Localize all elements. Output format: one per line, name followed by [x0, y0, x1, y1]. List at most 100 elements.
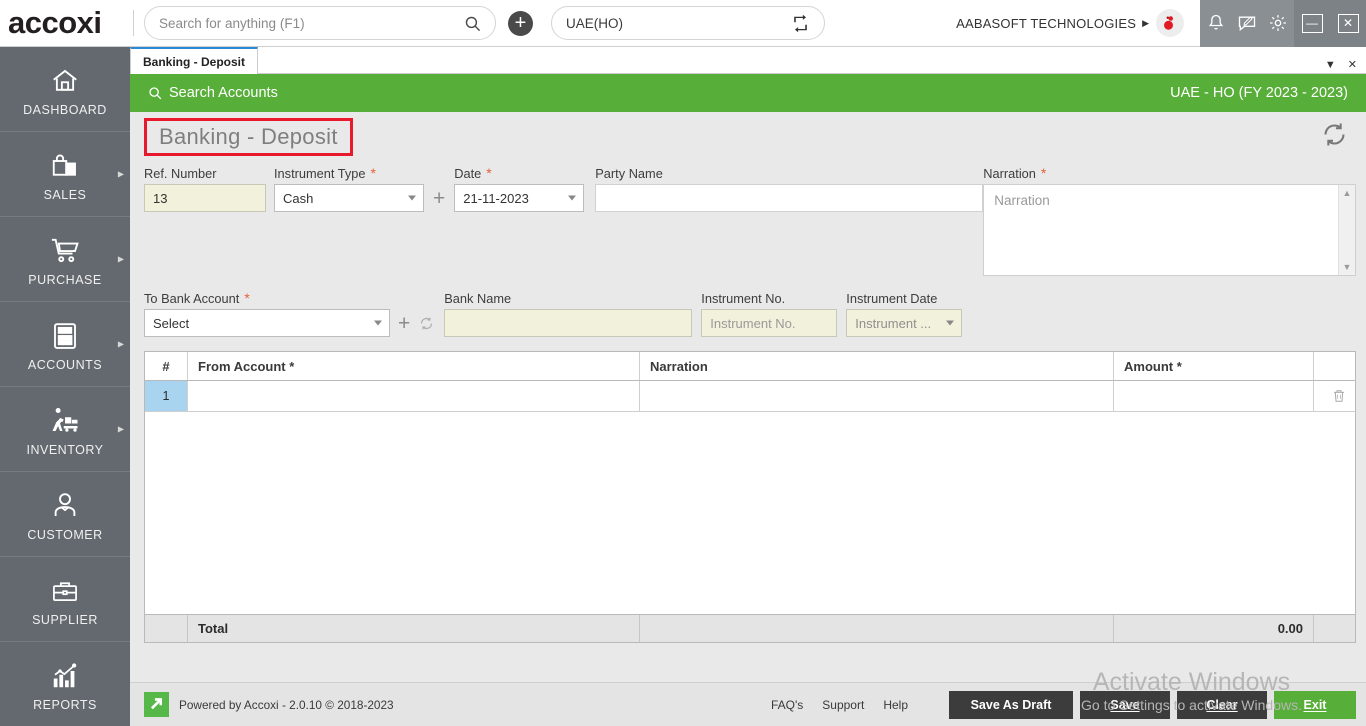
gear-icon[interactable] — [1268, 13, 1288, 33]
cell-from-account[interactable] — [188, 381, 640, 411]
message-icon[interactable] — [1237, 13, 1257, 33]
briefcase-icon — [49, 572, 81, 606]
sidebar-item-label: ACCOUNTS — [28, 358, 102, 372]
column-header-index: # — [145, 352, 188, 380]
column-header-amount: Amount * — [1114, 352, 1314, 380]
main-content: Banking - Deposit ▼ ✕ Search Accounts UA… — [130, 47, 1366, 726]
save-button[interactable]: Save — [1080, 691, 1170, 719]
column-header-narration: Narration — [640, 352, 1114, 380]
close-button[interactable]: ✕ — [1338, 14, 1359, 33]
spacer-label — [433, 162, 445, 184]
avatar[interactable] — [1156, 9, 1184, 37]
bell-icon[interactable] — [1206, 13, 1226, 33]
search-icon[interactable] — [464, 15, 481, 32]
top-bar: accoxi + UAE(HO) AABASOFT TECHNOLOGIES ▶ — [0, 0, 1366, 47]
sidebar-item-label: REPORTS — [33, 698, 97, 712]
clear-button[interactable]: Clear — [1177, 691, 1267, 719]
branch-value: UAE(HO) — [566, 16, 791, 31]
total-narration-spacer — [640, 615, 1114, 642]
save-as-draft-button[interactable]: Save As Draft — [949, 691, 1073, 719]
narration-textarea[interactable]: Narration ▲ ▼ — [983, 184, 1356, 276]
search-accounts-label: Search Accounts — [169, 85, 278, 101]
chevron-right-icon: ▶ — [118, 255, 124, 264]
bank-name-input[interactable] — [444, 309, 692, 337]
party-name-label: Party Name — [595, 162, 983, 184]
chevron-down-icon — [946, 321, 954, 326]
instrument-no-label: Instrument No. — [701, 287, 837, 309]
branch-selector[interactable]: UAE(HO) — [551, 6, 825, 40]
to-bank-account-dropdown[interactable]: Select — [144, 309, 390, 337]
instrument-date-picker[interactable]: Instrument ... — [846, 309, 962, 337]
instrument-type-value: Cash — [283, 191, 313, 206]
calculator-icon — [50, 317, 80, 351]
add-new-button[interactable]: + — [508, 11, 533, 36]
total-action-spacer — [1314, 615, 1363, 642]
sidebar-item-label: DASHBOARD — [23, 103, 107, 117]
sidebar-item-purchase[interactable]: PURCHASE ▶ — [0, 217, 130, 302]
sidebar-item-accounts[interactable]: ACCOUNTS ▶ — [0, 302, 130, 387]
accoxi-mark-icon — [144, 692, 169, 717]
app-logo: accoxi — [0, 0, 130, 47]
narration-label: Narration * — [983, 162, 1356, 184]
link-help[interactable]: Help — [883, 698, 908, 712]
search-input[interactable] — [159, 16, 464, 31]
required-asterisk: * — [371, 166, 376, 180]
chevron-right-icon: ▶ — [118, 170, 124, 179]
search-accounts-button[interactable]: Search Accounts — [148, 85, 278, 101]
field-to-bank-account: To Bank Account * Select — [144, 287, 390, 337]
required-asterisk: * — [244, 291, 249, 305]
table-empty-area — [145, 412, 1355, 614]
table-total-row: Total 0.00 — [145, 614, 1355, 642]
chevron-right-icon[interactable]: ▶ — [1142, 18, 1149, 29]
delete-row-button[interactable] — [1314, 381, 1363, 411]
tab-label: Banking - Deposit — [143, 55, 245, 69]
party-name-input[interactable] — [595, 184, 983, 212]
chevron-down-icon[interactable]: ▼ — [1325, 59, 1336, 71]
column-header-from-account: From Account * — [188, 352, 640, 380]
form-row-2: To Bank Account * Select + — [144, 287, 1356, 337]
refresh-icon[interactable] — [419, 316, 434, 331]
instrument-no-input[interactable]: Instrument No. — [701, 309, 837, 337]
system-icons — [1200, 0, 1294, 47]
sidebar-item-inventory[interactable]: INVENTORY ▶ — [0, 387, 130, 472]
ref-number-input[interactable]: 13 — [144, 184, 266, 212]
refresh-icon — [1321, 121, 1348, 148]
company-area: AABASOFT TECHNOLOGIES ▶ — [956, 0, 1200, 47]
global-search[interactable] — [144, 6, 496, 40]
field-bank-name: Bank Name — [444, 287, 692, 337]
sidebar-item-supplier[interactable]: SUPPLIER — [0, 557, 130, 642]
plus-icon[interactable]: + — [398, 313, 410, 334]
refresh-page-button[interactable] — [1321, 121, 1348, 153]
link-faqs[interactable]: FAQ's — [771, 698, 803, 712]
to-bank-account-value: Select — [153, 316, 189, 331]
instrument-type-label-text: Instrument Type — [274, 166, 366, 181]
close-icon[interactable]: ✕ — [1348, 58, 1357, 71]
cell-narration[interactable] — [640, 381, 1114, 411]
link-support[interactable]: Support — [822, 698, 864, 712]
scroll-up-icon[interactable]: ▲ — [1343, 188, 1352, 198]
total-amount: 0.00 — [1114, 615, 1314, 642]
date-picker[interactable]: 21-11-2023 — [454, 184, 584, 212]
narration-scrollbar[interactable]: ▲ ▼ — [1338, 185, 1355, 275]
sidebar-item-customer[interactable]: CUSTOMER — [0, 472, 130, 557]
minimize-button[interactable]: — — [1302, 14, 1323, 33]
table-row[interactable]: 1 — [145, 381, 1355, 412]
bank-name-label: Bank Name — [444, 287, 692, 309]
save-button-label: Save — [1110, 698, 1139, 712]
sidebar-item-reports[interactable]: REPORTS — [0, 642, 130, 726]
field-ref-number: Ref. Number 13 — [144, 162, 266, 276]
scroll-down-icon[interactable]: ▼ — [1343, 262, 1352, 272]
instrument-type-dropdown[interactable]: Cash — [274, 184, 424, 212]
cart-icon — [48, 232, 82, 266]
trash-icon — [1331, 387, 1347, 405]
sidebar-item-sales[interactable]: SALES ▶ — [0, 132, 130, 217]
tab-banking-deposit[interactable]: Banking - Deposit — [130, 47, 258, 74]
sidebar-item-dashboard[interactable]: DASHBOARD — [0, 47, 130, 132]
footer-links: FAQ's Support Help Save As Draft Save Cl… — [771, 691, 1356, 719]
narration-label-text: Narration — [983, 166, 1036, 181]
cell-amount[interactable] — [1114, 381, 1314, 411]
exit-button[interactable]: Exit — [1274, 691, 1356, 719]
plus-icon: + — [515, 13, 527, 33]
swap-branch-icon[interactable] — [791, 14, 810, 33]
plus-icon[interactable]: + — [433, 188, 445, 209]
